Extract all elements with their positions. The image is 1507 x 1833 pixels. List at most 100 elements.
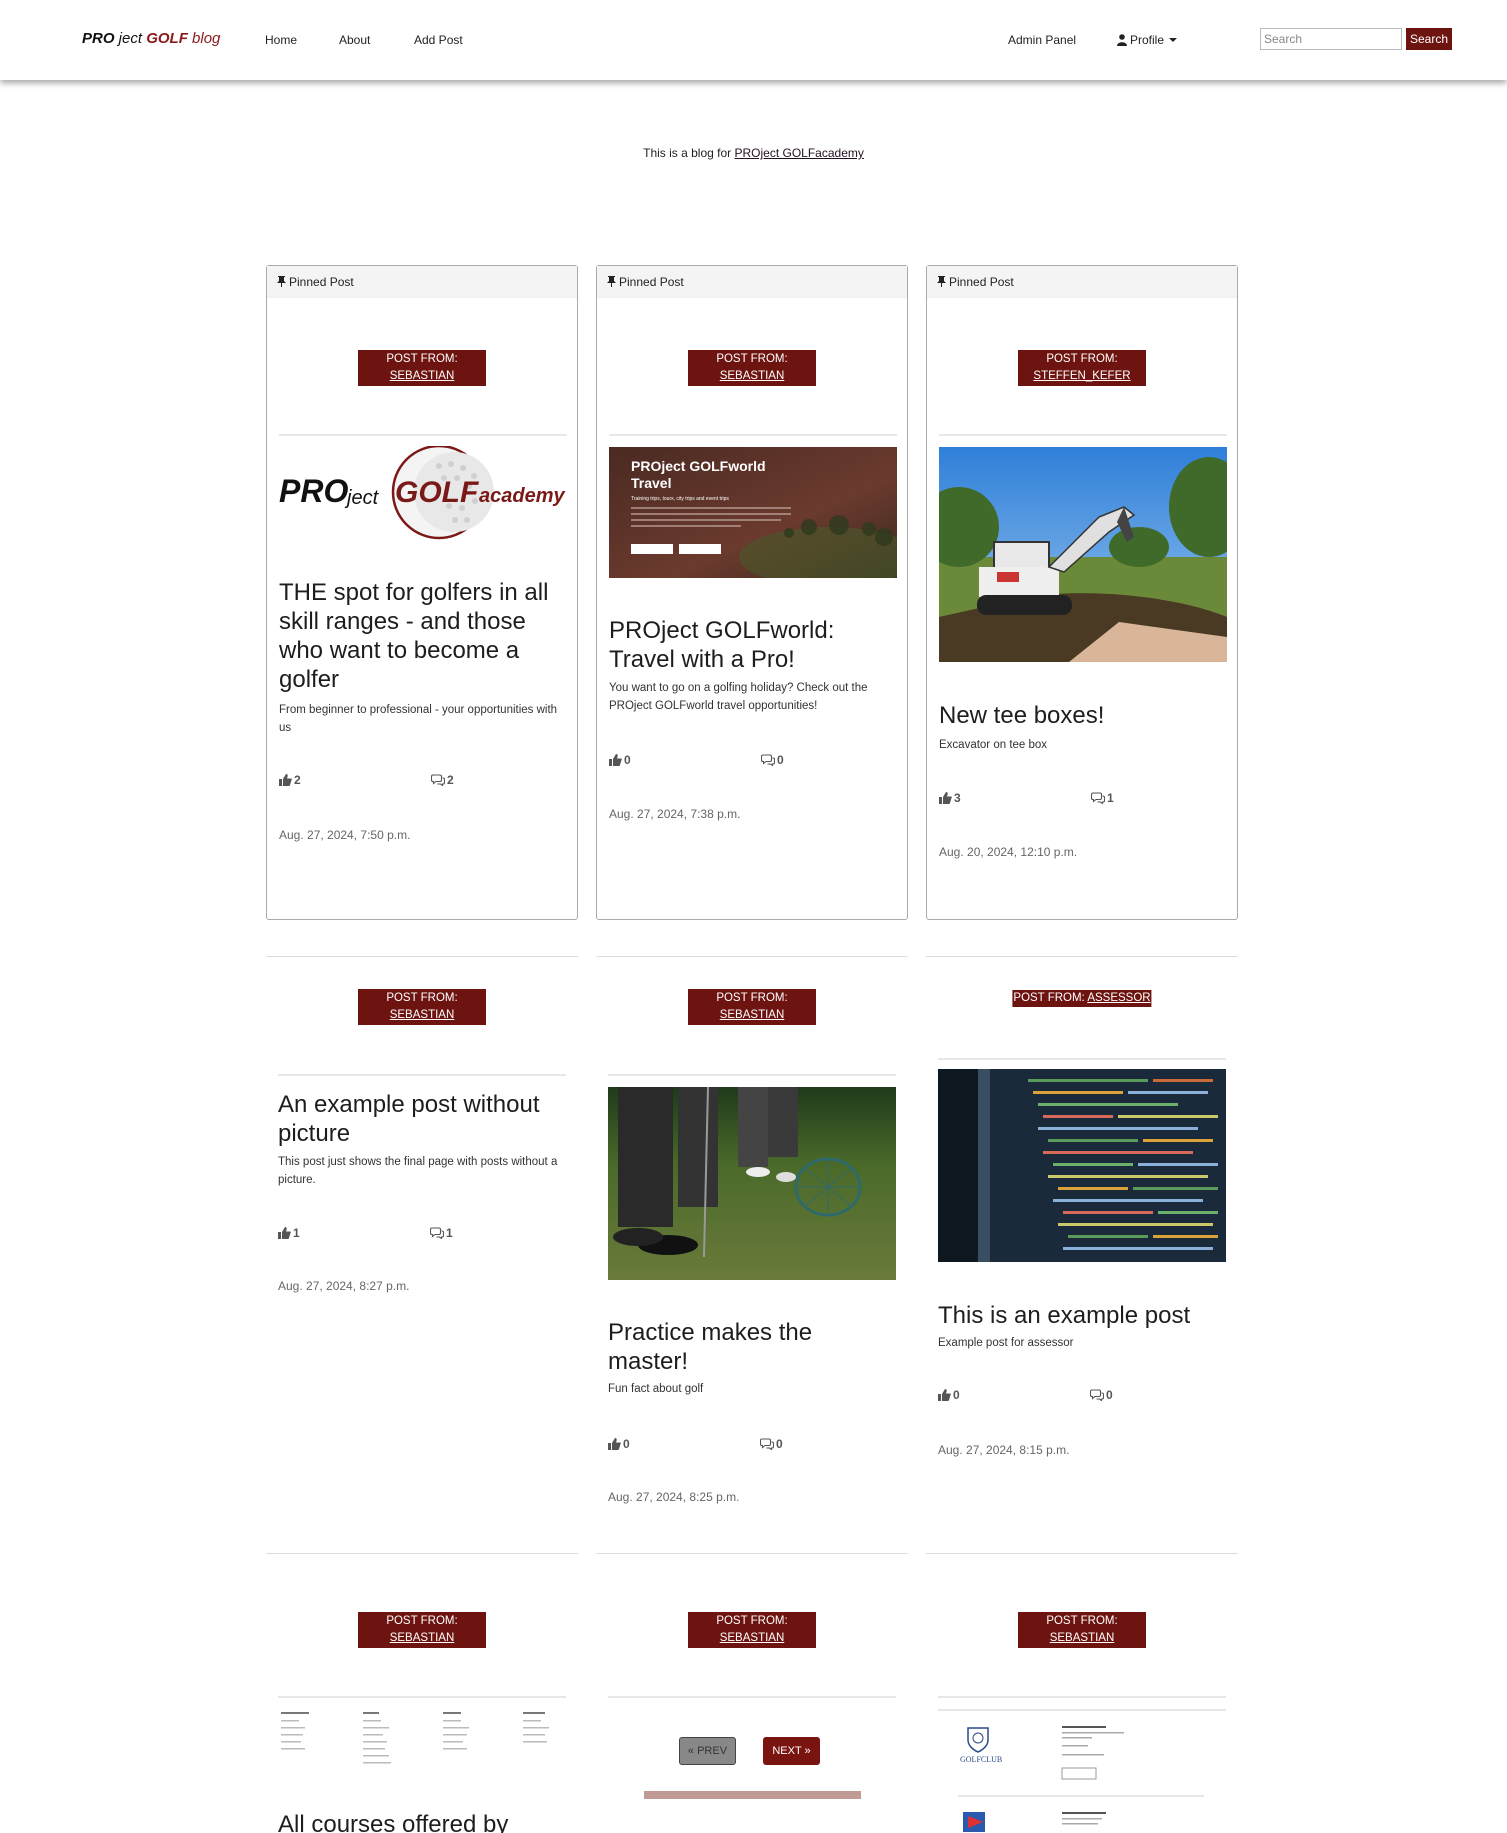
author-badge: POST FROM: SEBASTIAN	[688, 350, 816, 386]
author-link[interactable]: SEBASTIAN	[390, 1632, 455, 1644]
post-card[interactable]: POST FROM: SEBASTIAN GOLFCLUB	[926, 1553, 1238, 1833]
post-image[interactable]	[939, 447, 1227, 662]
post-card[interactable]: POST FROM: ASSESSOR This is an example p…	[926, 956, 1238, 1457]
author-link[interactable]: SEBASTIAN	[1050, 1632, 1115, 1644]
author-link[interactable]: SEBASTIAN	[390, 370, 455, 382]
nav-home[interactable]: Home	[265, 33, 297, 47]
author-link[interactable]: SEBASTIAN	[720, 370, 785, 382]
pinned-label: Pinned Post	[949, 275, 1014, 289]
author-badge: POST FROM: SEBASTIAN	[1018, 1612, 1146, 1648]
post-from-label: POST FROM:	[386, 992, 458, 1004]
nav-add-post[interactable]: Add Post	[414, 33, 463, 47]
post-from-label: POST FROM:	[1046, 353, 1118, 365]
post-card[interactable]: POST FROM: SEBASTIAN « PREV NEXT »	[596, 1553, 908, 1833]
banner-title: PROject GOLFworld	[631, 458, 766, 474]
post-title[interactable]: An example post without picture	[278, 1090, 568, 1148]
divider	[938, 1058, 1226, 1060]
post-card[interactable]: POST FROM: SEBASTIAN Practice makes the …	[596, 956, 908, 1516]
post-title[interactable]: Practice makes the master!	[608, 1318, 898, 1376]
likes-value: 2	[294, 773, 301, 787]
divider	[596, 956, 908, 957]
thumbs-up-icon	[609, 754, 622, 766]
post-image[interactable]	[608, 1087, 896, 1280]
comments-count: 2	[431, 773, 454, 787]
likes-count: 1	[278, 1226, 300, 1240]
post-card[interactable]: Pinned Post POST FROM: STEFFEN_KEFER New…	[926, 265, 1238, 920]
pinned-header: Pinned Post	[927, 266, 1237, 298]
post-title[interactable]: THE spot for golfers in all skill ranges…	[279, 578, 569, 694]
post-date: Aug. 27, 2024, 8:27 p.m.	[278, 1279, 410, 1293]
golf-practice-photo	[608, 1087, 896, 1280]
post-title[interactable]: All courses offered by	[278, 1810, 568, 1833]
divider	[608, 1696, 896, 1698]
search-input[interactable]	[1260, 28, 1402, 50]
nav-about[interactable]: About	[339, 33, 370, 47]
pinned-label: Pinned Post	[619, 275, 684, 289]
nav-profile-dropdown[interactable]: Profile	[1117, 33, 1178, 47]
brand-logo[interactable]: PRO ject GOLF blog	[82, 30, 220, 47]
pagination: « PREV NEXT »	[679, 1737, 829, 1767]
likes-count: 0	[609, 753, 631, 767]
thumbs-up-icon	[939, 792, 952, 804]
brand-ject: ject	[114, 30, 147, 47]
user-icon	[1117, 34, 1127, 46]
comments-value: 0	[777, 753, 784, 767]
likes-count: 3	[939, 791, 961, 805]
author-badge: POST FROM: STEFFEN_KEFER	[1018, 350, 1146, 386]
courses-table-image	[278, 1708, 566, 1778]
post-from-label: POST FROM:	[716, 992, 788, 1004]
post-image[interactable]: PROject GOLFworld Travel Training trips,…	[609, 447, 897, 578]
author-badge: POST FROM: SEBASTIAN	[358, 989, 486, 1025]
post-title[interactable]: This is an example post	[938, 1301, 1228, 1330]
post-image[interactable]: GOLFCLUB	[938, 1708, 1226, 1833]
post-image[interactable]: PRO ject GOLF academy	[279, 446, 567, 554]
divider	[266, 956, 578, 957]
comments-icon	[431, 774, 445, 786]
post-date: Aug. 27, 2024, 8:15 p.m.	[938, 1443, 1070, 1457]
post-date: Aug. 20, 2024, 12:10 p.m.	[939, 845, 1078, 859]
author-badge: POST FROM: SEBASTIAN	[688, 989, 816, 1025]
author-link[interactable]: SEBASTIAN	[720, 1632, 785, 1644]
nav-admin-panel[interactable]: Admin Panel	[1008, 33, 1076, 47]
divider	[609, 434, 897, 436]
post-image[interactable]	[278, 1708, 566, 1778]
divider	[938, 1696, 1226, 1698]
post-date: Aug. 27, 2024, 7:50 p.m.	[279, 828, 411, 842]
post-image[interactable]	[938, 1069, 1226, 1262]
post-card[interactable]: Pinned Post POST FROM: SEBASTIAN PROject…	[596, 265, 908, 920]
post-card[interactable]: Pinned Post POST FROM: SEBASTIAN PRO jec…	[266, 265, 578, 920]
search-button[interactable]: Search	[1406, 28, 1452, 50]
likes-count: 2	[279, 773, 301, 787]
chevron-down-icon	[1169, 38, 1178, 42]
comments-icon	[760, 1438, 774, 1450]
author-link[interactable]: SEBASTIAN	[720, 1009, 785, 1021]
author-link[interactable]: SEBASTIAN	[390, 1009, 455, 1021]
divider	[278, 1074, 566, 1076]
post-from-label: POST FROM:	[716, 353, 788, 365]
divider	[266, 1553, 578, 1554]
post-from-label: POST FROM:	[386, 1615, 458, 1627]
post-from-label: POST FROM:	[716, 1615, 788, 1627]
likes-value: 0	[623, 1437, 630, 1451]
code-screen-photo	[938, 1069, 1226, 1262]
pinned-label: Pinned Post	[289, 275, 354, 289]
prev-page-button[interactable]: « PREV	[679, 1737, 736, 1765]
likes-count: 0	[938, 1388, 960, 1402]
author-link[interactable]: STEFFEN_KEFER	[1033, 370, 1130, 382]
comments-icon	[1090, 1389, 1104, 1401]
comments-value: 2	[447, 773, 454, 787]
intro-academy-link[interactable]: PROject GOLFacademy	[735, 146, 864, 160]
post-excerpt: Excavator on tee box	[939, 739, 1048, 751]
post-card[interactable]: POST FROM: SEBASTIAN An example post wit…	[266, 956, 578, 1293]
post-card[interactable]: POST FROM: SEBASTIAN All courses offered…	[266, 1553, 578, 1833]
post-title[interactable]: PROject GOLFworld: Travel with a Pro!	[609, 616, 899, 674]
comments-icon	[430, 1227, 444, 1239]
post-from-label: POST FROM:	[1013, 992, 1085, 1004]
intro-label: This is a blog for	[643, 146, 735, 160]
pinned-header: Pinned Post	[267, 266, 577, 298]
author-link[interactable]: ASSESSOR	[1087, 992, 1150, 1004]
post-title[interactable]: New tee boxes!	[939, 701, 1229, 730]
logo-academy-text: academy	[479, 485, 565, 507]
pin-icon	[277, 276, 286, 287]
next-page-button[interactable]: NEXT »	[763, 1737, 820, 1765]
